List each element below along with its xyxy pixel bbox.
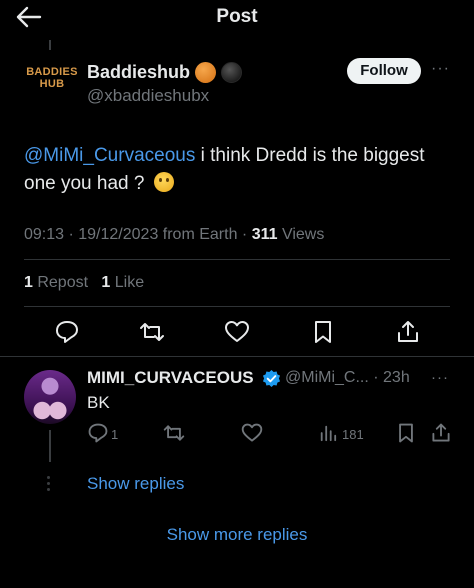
likes-label[interactable]: Like	[110, 274, 144, 291]
more-options-icon[interactable]: ···	[431, 369, 449, 386]
show-replies-link[interactable]: Show replies	[87, 474, 184, 494]
divider	[24, 259, 450, 260]
follow-button[interactable]: Follow	[347, 58, 421, 84]
reply-author-avatar[interactable]	[24, 370, 76, 424]
top-bar: Post	[0, 0, 474, 36]
views-count: 311	[251, 226, 278, 243]
avatar-logo-text: BADDIES	[26, 66, 78, 78]
reply-author-name[interactable]: MIMI_CURVACEOUS	[87, 368, 254, 388]
black-circle-icon	[221, 62, 242, 83]
reply-handle-time[interactable]: @MiMi_C... · 23h	[285, 369, 410, 387]
bookmark-icon[interactable]	[310, 319, 336, 345]
thinking-face-icon	[153, 172, 174, 192]
tweet-metadata: 09:13 · 19/12/2023 from Earth · 311 View…	[24, 226, 324, 244]
page-title: Post	[216, 6, 258, 27]
reply-icon[interactable]	[54, 319, 80, 345]
like-icon[interactable]	[224, 319, 250, 345]
author-name[interactable]: Baddieshub	[87, 62, 190, 83]
repost-icon[interactable]	[139, 319, 165, 345]
more-options-icon[interactable]: ···	[431, 60, 450, 78]
repost-icon[interactable]	[163, 422, 185, 444]
divider	[0, 356, 474, 357]
bookmark-icon[interactable]	[395, 422, 417, 444]
orange-circle-icon	[195, 62, 216, 83]
divider	[24, 306, 450, 307]
author-handle[interactable]: @xbaddieshubx	[87, 86, 209, 106]
author-avatar[interactable]: BADDIES HUB	[24, 66, 80, 106]
reply-count: 1	[111, 427, 119, 442]
show-more-replies-link[interactable]: Show more replies	[0, 525, 474, 545]
views-label: Views	[277, 226, 325, 243]
tweet-timestamp: 09:13 · 19/12/2023 from Earth ·	[24, 226, 252, 243]
share-icon[interactable]	[395, 319, 421, 345]
reply-text: BK	[87, 393, 110, 412]
mention-link[interactable]: @MiMi_Curvaceous	[24, 145, 195, 166]
engagement-stats: 1 Repost 1 Like	[24, 274, 144, 292]
reply-icon[interactable]	[87, 422, 109, 444]
views-count: 181	[342, 427, 364, 442]
views-icon[interactable]	[319, 424, 337, 442]
avatar-logo-text-2: HUB	[39, 78, 65, 91]
verified-badge-icon	[262, 369, 281, 388]
share-icon[interactable]	[430, 422, 452, 444]
thread-connector	[49, 40, 51, 50]
reposts-label[interactable]: Repost	[33, 274, 88, 291]
likes-count[interactable]: 1	[101, 274, 110, 291]
reposts-count[interactable]: 1	[24, 274, 33, 291]
tweet-text: @MiMi_Curvaceous i think Dredd is the bi…	[24, 142, 444, 198]
thread-dots-icon	[47, 476, 51, 492]
thread-connector	[49, 430, 51, 462]
like-icon[interactable]	[241, 422, 263, 444]
